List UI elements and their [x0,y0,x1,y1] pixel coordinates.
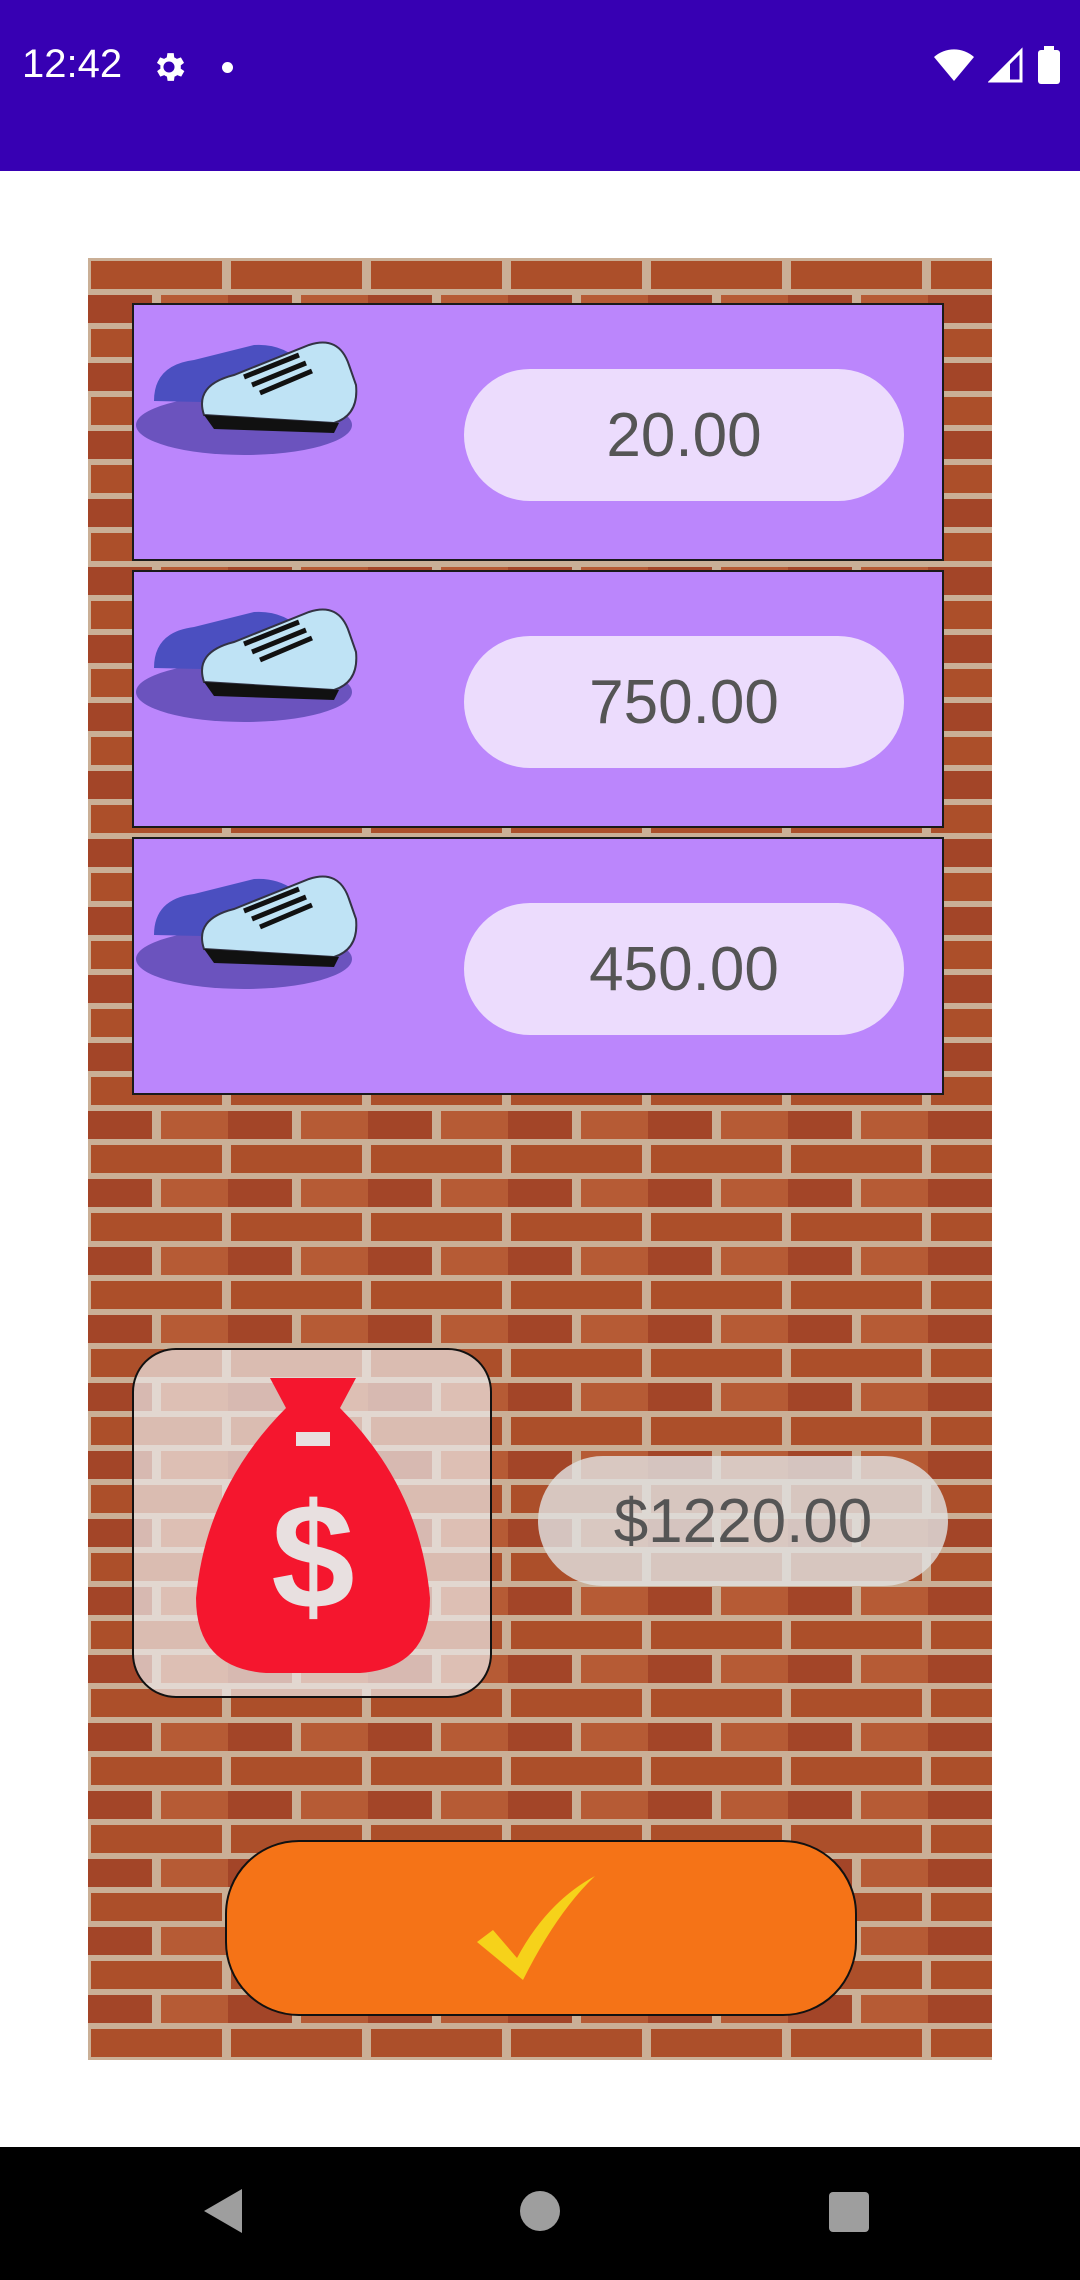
cart-item-3[interactable]: 450.00 [132,837,944,1095]
price-field[interactable]: 750.00 [464,636,904,768]
total-amount: $1220.00 [538,1456,948,1586]
price-field[interactable]: 20.00 [464,369,904,501]
battery-icon [1038,46,1060,84]
status-bar: 12:42 [0,0,1080,171]
sneakers-icon [136,341,358,455]
home-icon[interactable] [520,2191,560,2231]
brick-wall-background: 20.00 750.00 450.00 $ $1220.00 [88,258,992,2060]
settings-gear-icon [156,53,185,81]
recents-icon[interactable] [829,2192,869,2232]
status-time: 12:42 [22,42,123,86]
back-icon[interactable] [202,2187,244,2235]
svg-text:$: $ [271,1472,354,1640]
checkmark-icon [477,1876,595,1980]
status-icons [934,46,1060,84]
sneakers-icon [136,608,358,722]
money-bag-button[interactable]: $ [132,1348,492,1698]
cart-item-2[interactable]: 750.00 [132,570,944,828]
wifi-icon [934,49,974,81]
notification-dot-icon [222,62,233,73]
navigation-bar [0,2147,1080,2280]
money-bag-icon: $ [196,1378,430,1673]
sneakers-icon [136,875,358,989]
cell-signal-icon [988,47,1023,83]
confirm-button[interactable] [225,1840,857,2016]
cart-item-1[interactable]: 20.00 [132,303,944,561]
price-field[interactable]: 450.00 [464,903,904,1035]
